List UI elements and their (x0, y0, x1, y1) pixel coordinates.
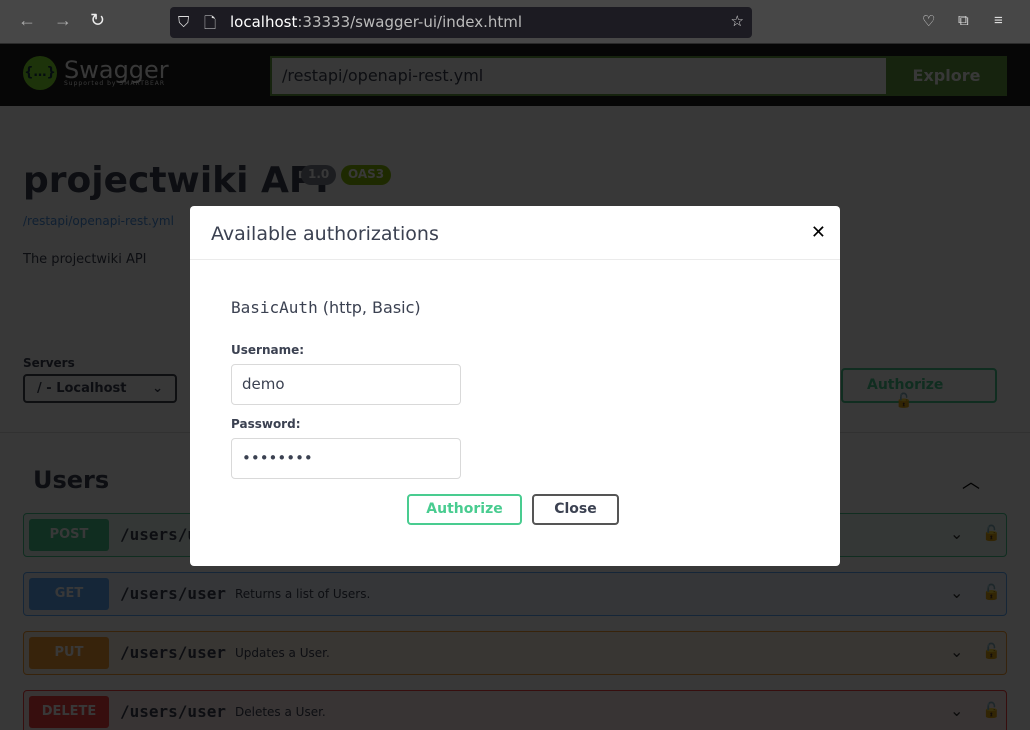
lock-icon[interactable]: 🔓 (982, 642, 1001, 660)
lock-icon: 🔓 (895, 393, 913, 409)
dialog-authorize-button[interactable]: Authorize (407, 494, 522, 525)
shield-icon[interactable]: ⛉ (178, 13, 189, 31)
chevron-down-icon[interactable]: ⌄ (950, 642, 963, 661)
lock-icon[interactable]: 🔓 (982, 701, 1001, 719)
operation-get[interactable]: GET/users/user Returns a list of Users. ⌄ 🔓 (23, 572, 1007, 616)
swagger-topbar: {…} Swagger Supported by SMARTBEAR /resta… (0, 44, 1030, 106)
servers-label: Servers (23, 356, 75, 370)
brand: Swagger Supported by SMARTBEAR (64, 56, 169, 87)
tag-users[interactable]: Users (33, 466, 109, 494)
lock-icon[interactable]: 🔓 (982, 524, 1001, 542)
chevron-down-icon[interactable]: ⌄ (950, 524, 963, 543)
scheme-heading: BasicAuth (http, Basic) (231, 298, 421, 317)
chevron-down-icon[interactable]: ⌄ (950, 701, 963, 720)
spec-url-input[interactable]: /restapi/openapi-rest.yml (270, 56, 886, 96)
extensions-icon[interactable]: ⧉ (958, 12, 969, 29)
operation-put[interactable]: PUT/users/user Updates a User. ⌄ 🔓 (23, 631, 1007, 675)
servers-select[interactable]: / - Localhost ⌄ (23, 374, 177, 403)
url-host: localhost (230, 13, 298, 31)
menu-icon[interactable]: ≡ (994, 12, 1003, 29)
operation-summary: Returns a list of Users. (235, 587, 371, 601)
username-input[interactable]: demo (231, 364, 461, 405)
oas-badge: OAS3 (341, 165, 392, 185)
username-label: Username: (231, 343, 305, 357)
auth-dialog: Available authorizations ✕ BasicAuth (ht… (190, 206, 840, 566)
spec-link[interactable]: /restapi/openapi-rest.yml (23, 214, 174, 228)
reload-icon[interactable]: ↻ (90, 10, 105, 31)
authorize-button[interactable]: Authorize 🔓 (841, 368, 997, 409)
pocket-icon[interactable]: ♡ (922, 12, 935, 30)
method-badge: PUT (29, 637, 109, 669)
lock-icon[interactable]: 🔓 (982, 583, 1001, 601)
chevron-down-icon: ⌄ (152, 381, 163, 396)
api-description: The projectwiki API (23, 252, 147, 267)
star-icon[interactable]: ☆ (731, 12, 744, 30)
dialog-title: Available authorizations (211, 223, 439, 245)
chevron-down-icon[interactable]: ⌄ (950, 583, 963, 602)
forward-icon[interactable]: → (54, 10, 72, 31)
password-label: Password: (231, 417, 301, 431)
password-input[interactable]: •••••••• (231, 438, 461, 479)
chevron-up-icon[interactable]: ︿ (962, 468, 980, 494)
operation-path: /users/user (120, 702, 226, 721)
operation-delete[interactable]: DELETE/users/user Deletes a User. ⌄ 🔓 (23, 690, 1007, 730)
operation-path: /users/user (120, 584, 226, 603)
operation-path: /users/user (120, 643, 226, 662)
address-bar[interactable]: ⛉ 🗋 localhost:33333/swagger-ui/index.htm… (170, 7, 752, 38)
close-icon[interactable]: ✕ (811, 222, 826, 243)
api-title: projectwiki API (23, 160, 329, 201)
url-path: :33333/swagger-ui/index.html (297, 13, 523, 31)
method-badge: GET (29, 578, 109, 610)
back-icon[interactable]: ← (18, 10, 36, 31)
page-icon: 🗋 (204, 14, 217, 32)
swagger-logo-icon[interactable]: {…} (23, 56, 57, 90)
explore-button[interactable]: Explore (886, 56, 1007, 96)
method-badge: POST (29, 519, 109, 551)
operation-summary: Updates a User. (235, 646, 330, 660)
method-badge: DELETE (29, 696, 109, 728)
dialog-close-button[interactable]: Close (532, 494, 619, 525)
browser-toolbar: ← → ↻ ⛉ 🗋 localhost:33333/swagger-ui/ind… (0, 0, 1030, 44)
version-badge: 1.0 (301, 165, 337, 185)
operation-summary: Deletes a User. (235, 705, 326, 719)
